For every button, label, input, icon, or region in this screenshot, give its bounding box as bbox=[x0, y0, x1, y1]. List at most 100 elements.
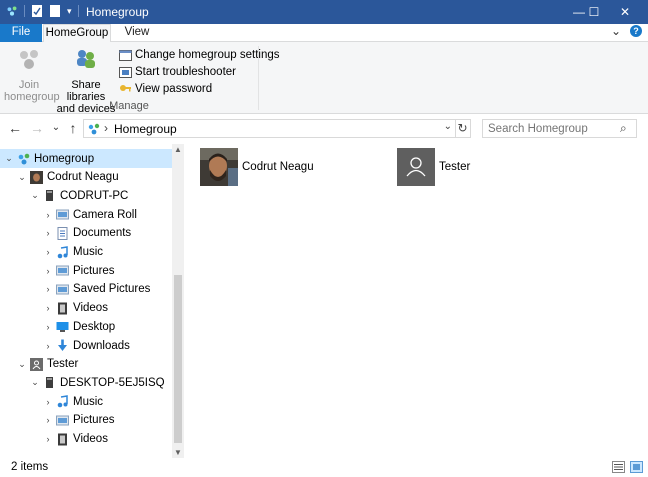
tree-item[interactable]: › Videos bbox=[0, 430, 172, 449]
pictures-folder-icon bbox=[56, 415, 69, 426]
tree-item[interactable]: › Documents bbox=[0, 224, 172, 243]
tab-homegroup[interactable]: HomeGroup bbox=[43, 24, 111, 42]
chevron-right-icon[interactable]: › bbox=[43, 322, 53, 332]
chevron-down-icon[interactable]: ⌄ bbox=[17, 172, 27, 183]
user-icon bbox=[397, 148, 435, 186]
recent-locations-button[interactable]: ⌄ bbox=[48, 120, 64, 136]
join-homegroup-button[interactable]: Join homegroup bbox=[4, 46, 60, 103]
item-name: Tester bbox=[439, 161, 471, 173]
change-homegroup-settings-button[interactable]: Change homegroup settings bbox=[119, 47, 280, 63]
tree-item-label: Pictures bbox=[73, 264, 115, 277]
view-password-button[interactable]: View password bbox=[119, 81, 212, 97]
up-button[interactable]: ↑ bbox=[65, 120, 81, 136]
tree-item-label: Pictures bbox=[73, 414, 115, 427]
ribbon: Join homegroup Share libraries and devic… bbox=[0, 42, 648, 115]
chevron-down-icon[interactable]: ⌄ bbox=[30, 190, 40, 201]
tree-item-label: Music bbox=[73, 395, 104, 408]
ribbon-tab-strip: File HomeGroup View bbox=[0, 24, 648, 42]
computer-icon bbox=[46, 377, 53, 389]
navigation-scrollbar[interactable]: ▲ ▼ bbox=[172, 144, 184, 458]
pictures-folder-icon bbox=[56, 209, 69, 220]
scroll-down-icon[interactable]: ▼ bbox=[172, 448, 184, 457]
toolbar-divider bbox=[77, 5, 79, 17]
chevron-right-icon[interactable]: › bbox=[43, 247, 53, 257]
back-button[interactable]: ← bbox=[7, 120, 23, 136]
ribbon-group-label: Manage bbox=[109, 100, 149, 112]
tree-item[interactable]: ⌄ Homegroup bbox=[0, 149, 172, 168]
tree-item[interactable]: › Downloads bbox=[0, 336, 172, 355]
large-icons-view-icon[interactable] bbox=[630, 461, 643, 473]
search-input[interactable] bbox=[482, 119, 637, 138]
settings-window-icon bbox=[119, 49, 132, 61]
expand-ribbon-icon[interactable]: ⌄ bbox=[611, 24, 621, 38]
properties-icon[interactable] bbox=[31, 4, 43, 18]
file-list: Codrut Neagu Tester bbox=[185, 144, 648, 458]
help-button[interactable]: ? bbox=[630, 25, 642, 37]
chevron-right-icon[interactable]: › bbox=[43, 434, 53, 444]
chevron-right-icon[interactable]: › bbox=[43, 341, 53, 351]
quick-access-toolbar: ▾ bbox=[6, 4, 79, 18]
chevron-down-icon[interactable]: ⌄ bbox=[17, 359, 27, 370]
address-bar[interactable]: › Homegroup ⌄ bbox=[83, 119, 456, 138]
scrollbar-thumb[interactable] bbox=[174, 275, 182, 443]
tree-item[interactable]: › Videos bbox=[0, 299, 172, 318]
scroll-up-icon[interactable]: ▲ bbox=[172, 145, 184, 154]
tree-item[interactable]: › Desktop bbox=[0, 317, 172, 336]
chevron-right-icon[interactable]: › bbox=[43, 266, 53, 276]
pictures-folder-icon bbox=[56, 265, 69, 276]
ribbon-group-divider bbox=[258, 46, 259, 110]
chevron-right-icon[interactable]: › bbox=[43, 284, 53, 294]
pictures-folder-icon bbox=[56, 284, 69, 295]
key-icon bbox=[120, 84, 131, 91]
customize-toolbar-icon[interactable]: ▾ bbox=[67, 6, 72, 17]
tree-item[interactable]: › Saved Pictures bbox=[0, 280, 172, 299]
chevron-right-icon[interactable]: › bbox=[43, 415, 53, 425]
tree-item-label: Documents bbox=[73, 227, 132, 240]
breadcrumb[interactable]: Homegroup bbox=[114, 122, 177, 136]
join-homegroup-icon bbox=[20, 50, 38, 69]
tab-view[interactable]: View bbox=[117, 24, 157, 42]
tree-item-label: Homegroup bbox=[34, 152, 95, 165]
user-photo-icon bbox=[200, 148, 238, 186]
forward-button[interactable]: → bbox=[29, 120, 45, 136]
chevron-down-icon[interactable]: ⌄ bbox=[30, 377, 40, 388]
tree-item[interactable]: › Music bbox=[0, 243, 172, 262]
tree-item-label: Tester bbox=[47, 358, 79, 371]
tree-item[interactable]: ⌄ DESKTOP-5EJ5ISQ bbox=[0, 373, 172, 392]
tree-item[interactable]: ⌄ CODRUT-PC bbox=[0, 186, 172, 205]
details-view-icon[interactable] bbox=[612, 461, 625, 473]
chevron-right-icon[interactable]: › bbox=[43, 210, 53, 220]
list-item[interactable]: Tester bbox=[397, 148, 470, 186]
new-folder-icon[interactable] bbox=[49, 4, 61, 18]
downloads-icon bbox=[58, 339, 67, 351]
search-icon[interactable]: ⌕ bbox=[620, 121, 627, 136]
breadcrumb-separator[interactable]: › bbox=[104, 121, 108, 135]
list-item[interactable]: Codrut Neagu bbox=[200, 148, 314, 186]
tree-item[interactable]: › Camera Roll bbox=[0, 205, 172, 224]
chevron-down-icon[interactable]: ⌄ bbox=[4, 153, 14, 164]
tree-item-label: Codrut Neagu bbox=[47, 171, 119, 184]
window-title: Homegroup bbox=[86, 5, 149, 19]
share-libraries-icon bbox=[77, 50, 95, 68]
refresh-button[interactable]: ↻ bbox=[455, 119, 471, 138]
start-troubleshooter-button[interactable]: Start troubleshooter bbox=[119, 64, 236, 80]
tab-file[interactable]: File bbox=[0, 24, 42, 42]
tree-item-label: Videos bbox=[73, 302, 108, 315]
tree-item-label: Desktop bbox=[73, 320, 116, 333]
address-dropdown-icon[interactable]: ⌄ bbox=[444, 121, 452, 132]
tree-item[interactable]: › Pictures bbox=[0, 411, 172, 430]
close-button[interactable]: ✕ bbox=[602, 0, 648, 24]
user-icon bbox=[30, 357, 43, 371]
tree-item[interactable]: ⌄ Tester bbox=[0, 355, 172, 374]
chevron-right-icon[interactable]: › bbox=[43, 303, 53, 313]
tree-item[interactable]: › Music bbox=[0, 392, 172, 411]
chevron-right-icon[interactable]: › bbox=[43, 228, 53, 238]
music-icon bbox=[57, 245, 68, 258]
user-photo-icon bbox=[30, 170, 43, 184]
tree-item[interactable]: ⌄ Codrut Neagu bbox=[0, 168, 172, 187]
toolbar-divider bbox=[24, 5, 25, 17]
tree-item[interactable]: › Pictures bbox=[0, 261, 172, 280]
chevron-right-icon[interactable]: › bbox=[43, 397, 53, 407]
join-homegroup-label-1: Join bbox=[18, 79, 40, 91]
videos-icon bbox=[58, 302, 67, 315]
